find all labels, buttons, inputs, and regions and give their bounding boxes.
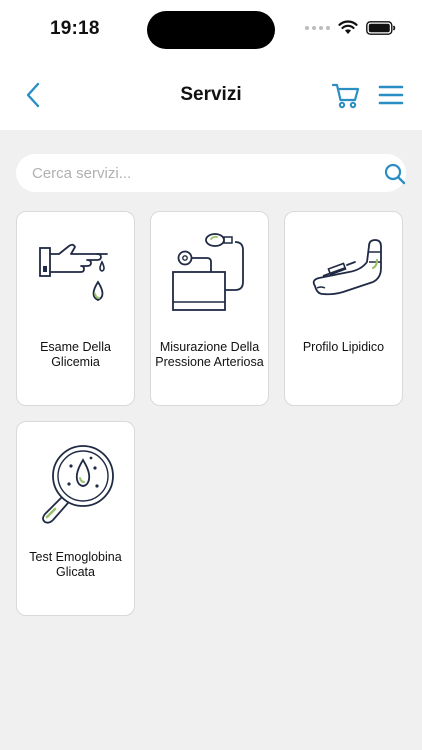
- status-time: 19:18: [50, 18, 100, 39]
- service-card-pressione[interactable]: Misurazione Della Pressione Arteriosa: [150, 211, 269, 406]
- navigation-bar: Servizi: [0, 60, 422, 130]
- service-card-profilo-lipidico[interactable]: Profilo Lipidico: [284, 211, 403, 406]
- status-bar: 19:18: [0, 0, 422, 60]
- arm-injection-icon: [312, 239, 382, 296]
- wifi-icon: [338, 20, 358, 34]
- magnifying-glass-blood-drop-icon: [42, 445, 114, 524]
- cart-icon: [331, 83, 360, 109]
- service-card-label: Profilo Lipidico: [302, 340, 385, 354]
- cellular-signal-icon: [305, 25, 330, 30]
- search-bar: [16, 154, 406, 192]
- finger-prick-icon: [39, 243, 108, 301]
- service-card-label: Test Emoglobina Glicata: [29, 550, 122, 579]
- status-icons: [305, 20, 396, 35]
- service-card-glicemia[interactable]: Esame Della Glicemia: [16, 211, 135, 406]
- search-input[interactable]: [32, 154, 362, 192]
- search-icon[interactable]: [384, 163, 406, 185]
- hamburger-menu-icon: [378, 85, 404, 105]
- menu-button[interactable]: [376, 80, 406, 110]
- battery-icon: [366, 20, 396, 35]
- blood-pressure-monitor-icon: [172, 233, 244, 311]
- service-card-label: Misurazione Della Pressione Arteriosa: [155, 340, 264, 369]
- cart-button[interactable]: [331, 80, 361, 110]
- service-card-emoglobina-glicata[interactable]: Test Emoglobina Glicata: [16, 421, 135, 616]
- dynamic-island: [147, 11, 275, 49]
- service-card-label: Esame Della Glicemia: [40, 340, 111, 369]
